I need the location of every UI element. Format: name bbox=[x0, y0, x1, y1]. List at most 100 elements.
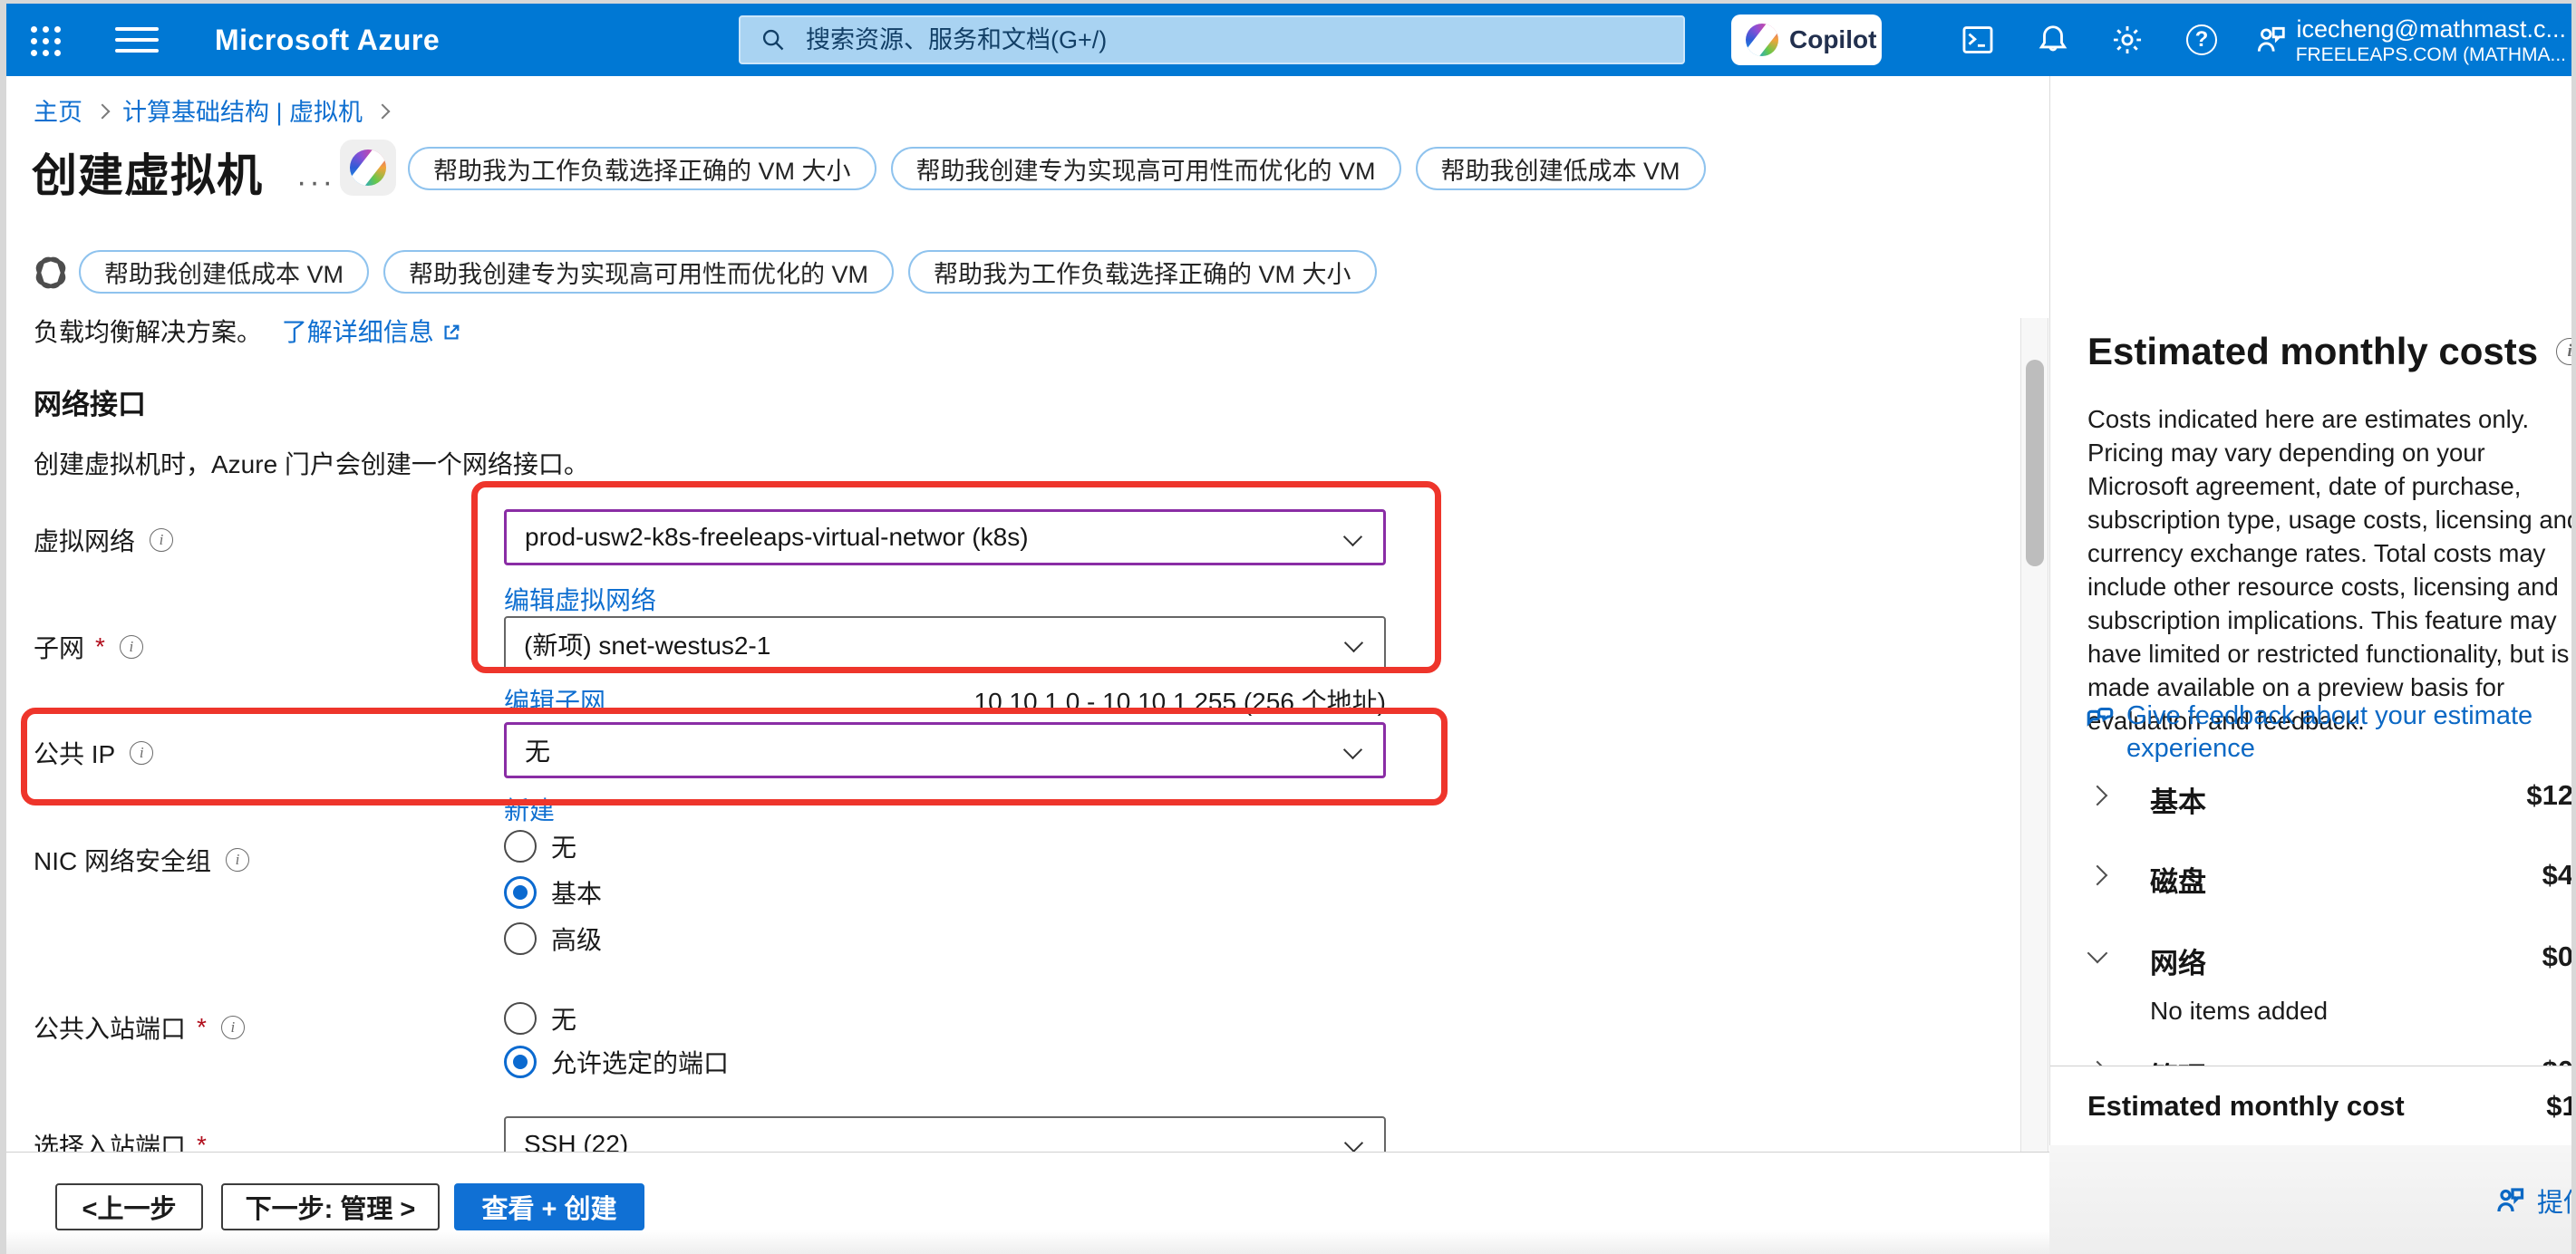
virtual-network-label: 虚拟网络 i bbox=[34, 522, 173, 558]
info-icon[interactable]: i bbox=[120, 635, 143, 659]
section-heading: 网络接口 bbox=[34, 381, 146, 422]
copilot-chip[interactable]: 帮助我创建低成本 VM bbox=[79, 250, 369, 294]
notifications-bell-icon[interactable] bbox=[2035, 22, 2071, 58]
cost-row-network: 网络 $0.0 bbox=[2050, 933, 2576, 988]
cloud-shell-icon[interactable] bbox=[1960, 22, 1996, 58]
help-icon[interactable]: ? bbox=[2184, 22, 2220, 58]
copilot-logo-icon bbox=[1746, 24, 1778, 56]
cost-row-basic: 基本 $12.9 bbox=[2050, 772, 2576, 826]
virtual-network-value: prod-usw2-k8s-freeleaps-virtual-networ (… bbox=[525, 523, 1029, 552]
learn-more-link[interactable]: 了解详细信息 bbox=[282, 318, 434, 346]
copilot-button-label: Copilot bbox=[1789, 25, 1876, 54]
cost-row-disks: 磁盘 $4.8 bbox=[2050, 852, 2576, 906]
chevron-down-icon[interactable] bbox=[2087, 943, 2108, 964]
feedback-bubbles-icon bbox=[2085, 701, 2116, 732]
estimated-costs-panel: Estimated monthly costs i Costs indicate… bbox=[2049, 76, 2576, 1145]
cost-row-amount: $4.8 bbox=[2542, 859, 2576, 892]
virtual-network-dropdown[interactable]: prod-usw2-k8s-freeleaps-virtual-networ (… bbox=[504, 509, 1386, 565]
select-inbound-ports-value: SSH (22) bbox=[524, 1130, 628, 1152]
copilot-chip[interactable]: 帮助我为工作负载选择正确的 VM 大小 bbox=[908, 250, 1377, 294]
hamburger-menu-icon[interactable] bbox=[115, 22, 159, 58]
form-scroll-area: 负载均衡解决方案。 了解详细信息 网络接口 创建虚拟机时，Azure 门户会创建… bbox=[6, 318, 2020, 1152]
public-inbound-ports-label: 公共入站端口 * i bbox=[34, 1009, 245, 1046]
info-icon[interactable]: i bbox=[221, 1016, 245, 1039]
cost-row-label: 基本 bbox=[2150, 779, 2206, 820]
required-marker: * bbox=[95, 632, 105, 661]
settings-gear-icon[interactable] bbox=[2109, 22, 2145, 58]
more-options-icon[interactable]: ··· bbox=[296, 165, 335, 200]
costs-disclaimer: Costs indicated here are estimates only.… bbox=[2087, 402, 2576, 738]
copilot-button[interactable]: Copilot bbox=[1731, 14, 1882, 65]
copilot-tile-button[interactable] bbox=[340, 140, 396, 196]
subnet-value: (新项) snet-westus2-1 bbox=[524, 626, 770, 662]
chevron-right-icon[interactable] bbox=[2087, 865, 2108, 886]
brand-title[interactable]: Microsoft Azure bbox=[215, 24, 440, 57]
required-marker: * bbox=[197, 1013, 207, 1042]
chevron-down-icon bbox=[1343, 740, 1362, 759]
previous-step-button[interactable]: <上一步 bbox=[55, 1183, 203, 1230]
required-marker: * bbox=[197, 1131, 207, 1152]
search-input[interactable] bbox=[739, 15, 1685, 64]
breadcrumb-home[interactable]: 主页 bbox=[34, 92, 82, 128]
external-link-icon bbox=[441, 320, 461, 340]
public-ip-label: 公共 IP i bbox=[34, 735, 153, 771]
bottom-right-area: 提供 bbox=[2049, 1145, 2576, 1254]
copilot-outline-icon bbox=[32, 254, 70, 292]
waffle-menu-icon[interactable] bbox=[26, 22, 63, 58]
copilot-chip[interactable]: 帮助我创建专为实现高可用性而优化的 VM bbox=[383, 250, 894, 294]
inbound-ports-option-none[interactable]: 无 bbox=[504, 1000, 576, 1037]
search-icon bbox=[760, 27, 786, 53]
info-icon[interactable]: i bbox=[2556, 338, 2576, 365]
chevron-down-icon bbox=[1343, 527, 1362, 546]
subnet-label: 子网 * i bbox=[34, 629, 143, 665]
chevron-right-icon bbox=[95, 103, 111, 119]
total-amount: $17 bbox=[2546, 1090, 2576, 1123]
cost-row-amount: $0.0 bbox=[2542, 940, 2576, 973]
top-bar: Microsoft Azure Copilot ? icec bbox=[6, 4, 2571, 76]
section-description: 创建虚拟机时，Azure 门户会创建一个网络接口。 bbox=[34, 445, 589, 481]
account-info[interactable]: icecheng@mathmast.c... FREELEAPS.COM (MA… bbox=[2296, 14, 2566, 67]
cost-row-amount: $12.9 bbox=[2526, 779, 2576, 812]
scrollbar-thumb[interactable] bbox=[2026, 360, 2044, 566]
nic-nsg-option-none[interactable]: 无 bbox=[504, 828, 576, 864]
inbound-ports-option-allow-selected[interactable]: 允许选定的端口 bbox=[504, 1044, 729, 1080]
select-inbound-ports-dropdown[interactable]: SSH (22) bbox=[504, 1116, 1386, 1152]
create-new-public-ip-link[interactable]: 新建 bbox=[504, 791, 555, 827]
estimated-total-footer: Estimated monthly cost $17 bbox=[2050, 1066, 2576, 1145]
account-tenant: FREELEAPS.COM (MATHMA... bbox=[2296, 43, 2566, 66]
breadcrumb-section[interactable]: 计算基础结构 | 虚拟机 bbox=[122, 92, 363, 128]
info-icon[interactable]: i bbox=[226, 848, 249, 872]
chevron-right-icon[interactable] bbox=[2087, 786, 2108, 806]
copilot-suggestion-row-second: 帮助我创建低成本 VM 帮助我创建专为实现高可用性而优化的 VM 帮助我为工作负… bbox=[79, 250, 1377, 294]
copilot-chip[interactable]: 帮助我为工作负载选择正确的 VM 大小 bbox=[408, 147, 876, 190]
copilot-chip[interactable]: 帮助我创建低成本 VM bbox=[1416, 147, 1706, 190]
subnet-dropdown[interactable]: (新项) snet-westus2-1 bbox=[504, 616, 1386, 672]
edit-virtual-network-link[interactable]: 编辑虚拟网络 bbox=[504, 581, 656, 617]
public-ip-value: 无 bbox=[525, 732, 550, 768]
copilot-suggestion-row-top: 帮助我为工作负载选择正确的 VM 大小 帮助我创建专为实现高可用性而优化的 VM… bbox=[408, 147, 1706, 190]
breadcrumb: 主页 计算基础结构 | 虚拟机 bbox=[34, 92, 388, 128]
feedback-person-icon[interactable] bbox=[2252, 22, 2289, 58]
chevron-down-icon bbox=[1344, 1133, 1363, 1152]
nic-nsg-option-basic[interactable]: 基本 bbox=[504, 874, 602, 911]
info-icon[interactable]: i bbox=[130, 741, 153, 765]
feedback-person-icon bbox=[2494, 1184, 2526, 1217]
wizard-action-bar: <上一步 下一步: 管理 > 查看 + 创建 bbox=[6, 1152, 2049, 1254]
vertical-scrollbar[interactable] bbox=[2020, 318, 2048, 1152]
azure-portal-page: Microsoft Azure Copilot ? icec bbox=[0, 0, 2576, 1254]
public-ip-dropdown[interactable]: 无 bbox=[504, 722, 1386, 778]
total-label: Estimated monthly cost bbox=[2087, 1090, 2405, 1123]
copilot-chip[interactable]: 帮助我创建专为实现高可用性而优化的 VM bbox=[891, 147, 1401, 190]
nic-nsg-option-advanced[interactable]: 高级 bbox=[504, 921, 602, 957]
subnet-address-range: 10.10.1.0 - 10.10.1.255 (256 个地址) bbox=[504, 682, 1386, 719]
give-feedback-link[interactable]: 提供 bbox=[2494, 1182, 2576, 1220]
chevron-down-icon bbox=[1344, 633, 1363, 652]
select-inbound-ports-label: 选择入站端口 * bbox=[34, 1127, 207, 1152]
info-icon[interactable]: i bbox=[150, 528, 173, 552]
review-create-button[interactable]: 查看 + 创建 bbox=[454, 1183, 644, 1230]
account-email: icecheng@mathmast.c... bbox=[2296, 14, 2566, 43]
next-step-button[interactable]: 下一步: 管理 > bbox=[221, 1183, 440, 1230]
chevron-right-icon bbox=[375, 103, 391, 119]
estimate-feedback-link[interactable]: Give feedback about your estimate experi… bbox=[2085, 699, 2556, 765]
intro-text: 负载均衡解决方案。 bbox=[34, 318, 262, 346]
